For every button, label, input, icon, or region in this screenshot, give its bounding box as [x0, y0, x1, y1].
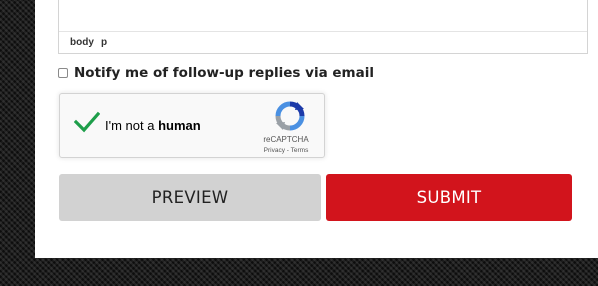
editor-statusbar: body p — [59, 31, 587, 53]
comment-editor[interactable]: body p — [58, 0, 588, 54]
editor-text-area[interactable] — [59, 0, 587, 31]
recaptcha-brand: reCAPTCHA — [263, 135, 309, 144]
captcha-label: I'm not a human — [105, 118, 201, 133]
recaptcha-widget[interactable]: I'm not a human reCAPTCHA Privacy - Term… — [59, 93, 325, 158]
recaptcha-privacy-terms[interactable]: Privacy - Terms — [246, 147, 326, 154]
notify-option[interactable]: Notify me of follow-up replies via email — [58, 64, 374, 82]
editor-path-p[interactable]: p — [101, 37, 107, 48]
captcha-label-prefix: I'm not a — [105, 118, 159, 133]
comment-form-panel: body p Notify me of follow-up replies vi… — [35, 0, 598, 258]
editor-path-body[interactable]: body — [70, 37, 94, 48]
submit-button[interactable]: SUBMIT — [326, 174, 572, 221]
preview-button[interactable]: PREVIEW — [59, 174, 321, 221]
captcha-label-emphasis: human — [158, 118, 201, 133]
notify-label[interactable]: Notify me of follow-up replies via email — [74, 65, 374, 81]
recaptcha-logo-icon — [275, 101, 305, 131]
notify-checkbox[interactable] — [58, 68, 68, 78]
checkmark-icon — [74, 111, 100, 133]
